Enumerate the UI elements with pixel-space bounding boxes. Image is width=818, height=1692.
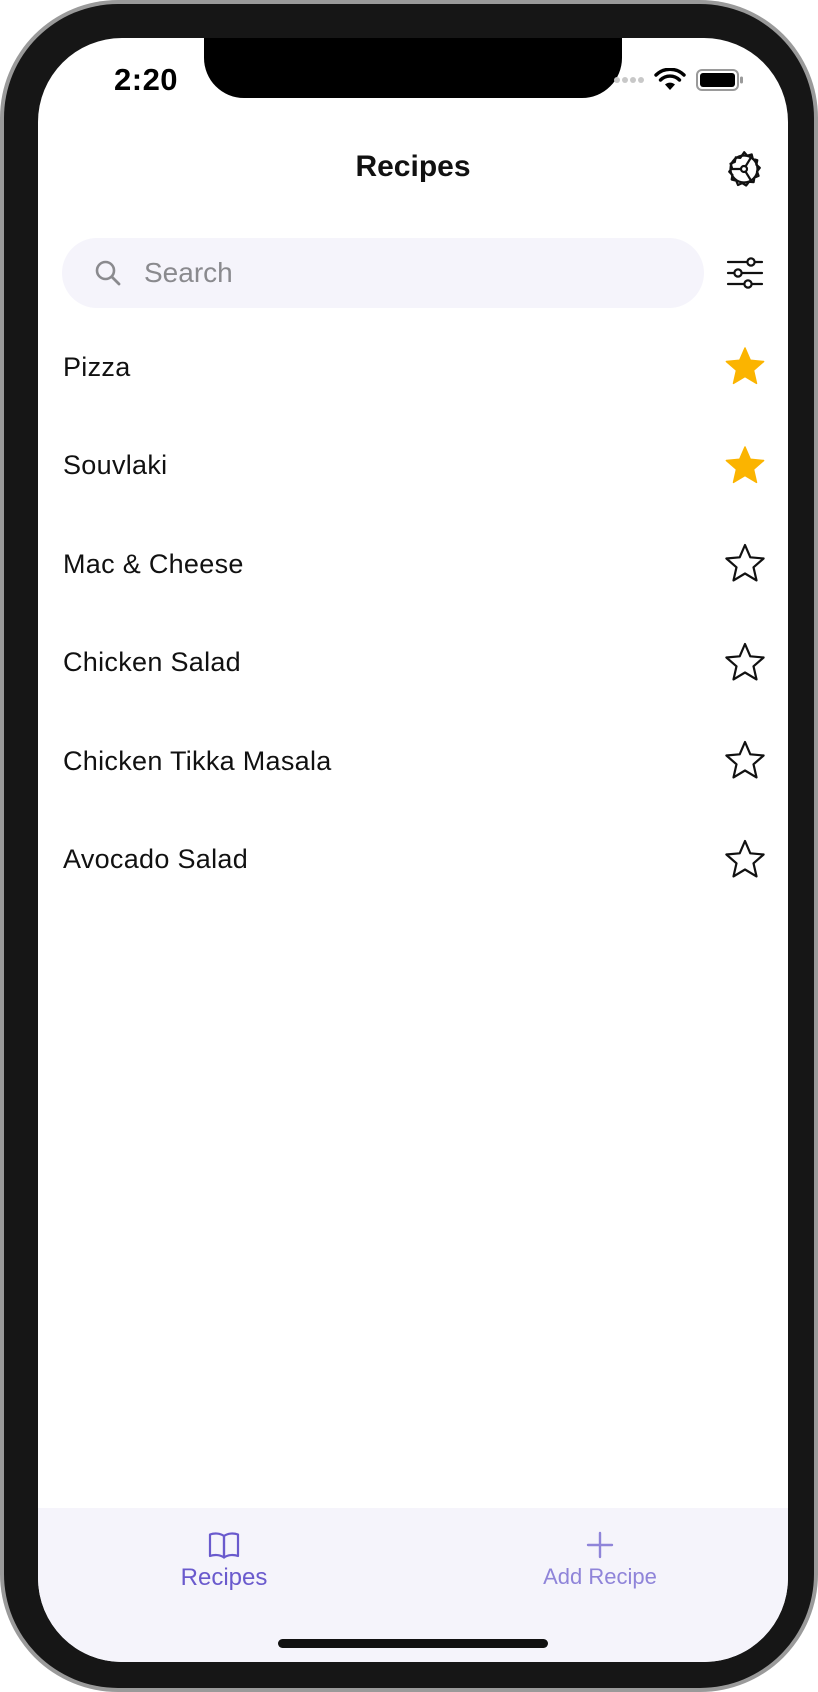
status-icons [614, 68, 744, 92]
star-outline-icon[interactable] [723, 641, 767, 685]
recipe-row-chicken-tikka-masala[interactable]: Chicken Tikka Masala [38, 712, 788, 811]
star-filled-icon[interactable] [723, 345, 767, 389]
book-icon [208, 1532, 240, 1559]
tab-recipes[interactable]: Recipes [114, 1528, 334, 1592]
plus-icon [586, 1531, 614, 1559]
device-frame: 2:20 Recipes Search Pizza Souvlaki Mac &… [0, 0, 818, 1692]
recipe-name: Avocado Salad [63, 844, 249, 875]
star-filled-icon[interactable] [723, 444, 767, 488]
star-outline-icon[interactable] [723, 739, 767, 783]
recipe-row-souvlaki[interactable]: Souvlaki [38, 417, 788, 516]
recipe-name: Chicken Tikka Masala [63, 745, 332, 776]
sliders-icon[interactable] [726, 256, 764, 290]
recipe-name: Mac & Cheese [63, 548, 244, 579]
recipe-list: Pizza Souvlaki Mac & Cheese Chicken Sala… [38, 318, 788, 909]
app-screen: 2:20 Recipes Search Pizza Souvlaki Mac &… [38, 38, 788, 1662]
status-time: 2:20 [114, 62, 179, 97]
settings-gear-icon[interactable] [723, 148, 765, 190]
page-title: Recipes [355, 150, 471, 183]
search-input[interactable] [142, 256, 626, 290]
recipe-row-mac-cheese[interactable]: Mac & Cheese [38, 515, 788, 614]
star-outline-icon[interactable] [723, 542, 767, 586]
search-bar[interactable] [62, 238, 704, 308]
recipe-row-pizza[interactable]: Pizza [38, 318, 788, 417]
tab-bar: Recipes Add Recipe [38, 1508, 788, 1662]
recipe-name: Souvlaki [63, 450, 168, 481]
star-outline-icon[interactable] [723, 838, 767, 882]
recipe-name: Chicken Salad [63, 647, 242, 678]
home-indicator [278, 1639, 548, 1648]
search-icon [92, 257, 124, 289]
recipe-name: Pizza [63, 351, 131, 382]
device-bezel: 2:20 Recipes Search Pizza Souvlaki Mac &… [4, 4, 814, 1688]
wifi-icon [654, 68, 686, 90]
tab-label: Recipes [180, 1564, 268, 1591]
recipe-row-chicken-salad[interactable]: Chicken Salad [38, 614, 788, 713]
tab-add-recipe[interactable]: Add Recipe [490, 1528, 710, 1590]
tab-label: Add Recipe [543, 1564, 657, 1589]
battery-icon [696, 69, 743, 91]
signal-dots-icon [614, 77, 644, 83]
camera-notch [204, 38, 622, 98]
recipe-row-avocado-salad[interactable]: Avocado Salad [38, 811, 788, 910]
